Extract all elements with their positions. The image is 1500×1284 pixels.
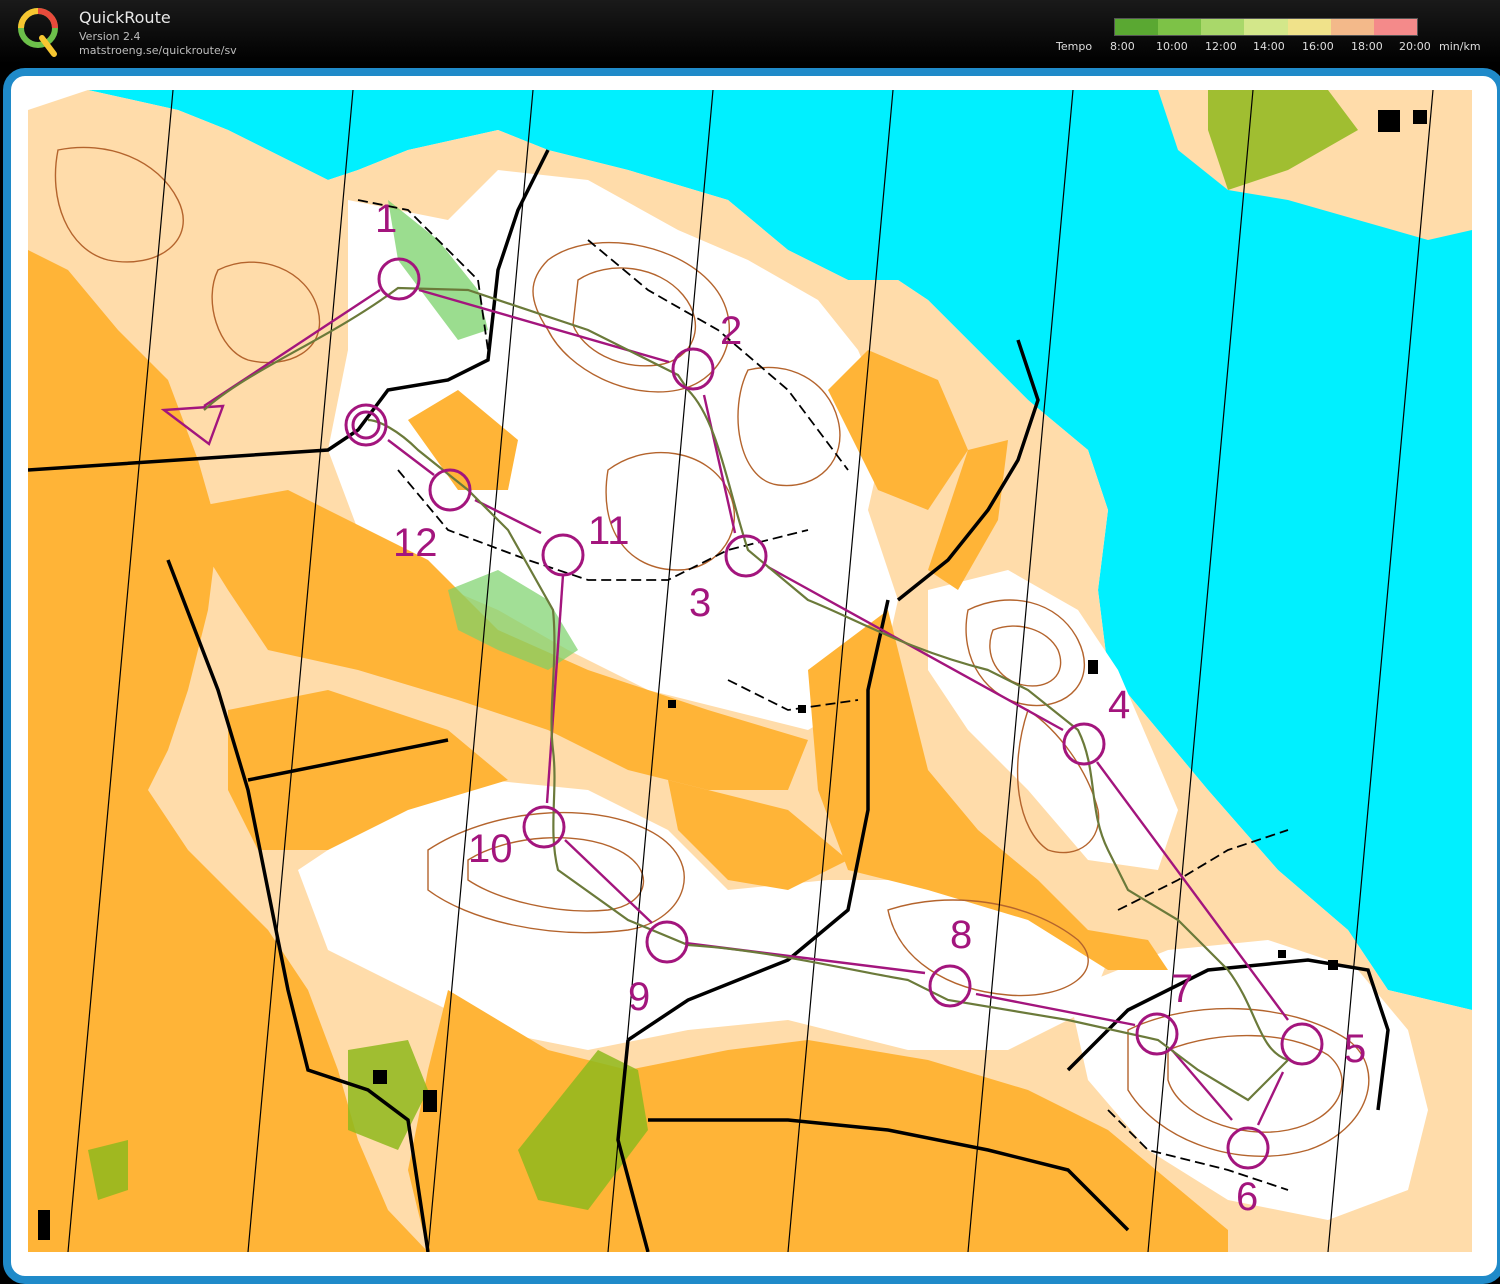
control-number: 6 xyxy=(1236,1175,1258,1219)
tempo-color-segment xyxy=(1244,19,1288,35)
app-version: Version 2.4 xyxy=(79,30,141,43)
control-number: 10 xyxy=(468,827,513,871)
tempo-label: Tempo xyxy=(1056,40,1093,53)
tempo-tick: 20:00 xyxy=(1399,40,1431,53)
app-header: QuickRoute Version 2.4 matstroeng.se/qui… xyxy=(0,0,1500,64)
control-number: 7 xyxy=(1171,967,1193,1011)
quickroute-logo-icon xyxy=(18,8,58,57)
control-number: 1 xyxy=(375,197,397,241)
control-number: 8 xyxy=(950,913,972,957)
control-number: 12 xyxy=(393,521,438,565)
orienteering-map[interactable]: 1 2 3 4 5 6 7 8 9 10 11 12 xyxy=(28,90,1472,1252)
control-number: 5 xyxy=(1344,1027,1366,1071)
tempo-tick: 16:00 xyxy=(1302,40,1334,53)
app-url: matstroeng.se/quickroute/sv xyxy=(79,44,237,57)
tempo-color-segment xyxy=(1287,19,1331,35)
tempo-unit: min/km xyxy=(1439,40,1481,53)
tempo-color-segment xyxy=(1201,19,1245,35)
control-number: 2 xyxy=(720,309,742,353)
tempo-legend: Tempo 8:00 10:00 12:00 14:00 16:00 18:00… xyxy=(1050,14,1500,64)
tempo-color-segment xyxy=(1330,19,1374,35)
tempo-tick: 18:00 xyxy=(1351,40,1383,53)
tempo-tick: 8:00 xyxy=(1110,40,1135,53)
tempo-tick: 12:00 xyxy=(1205,40,1237,53)
control-number: 3 xyxy=(689,581,711,625)
app-title: QuickRoute xyxy=(79,8,171,27)
tempo-tick: 10:00 xyxy=(1156,40,1188,53)
tempo-tick: 14:00 xyxy=(1253,40,1285,53)
control-number: 9 xyxy=(628,975,650,1019)
tempo-color-segment xyxy=(1373,19,1417,35)
control-number: 4 xyxy=(1108,683,1130,727)
tempo-color-segment xyxy=(1115,19,1159,35)
tempo-color-bar xyxy=(1114,18,1418,36)
control-number: 11 xyxy=(588,509,630,553)
tempo-color-segment xyxy=(1158,19,1202,35)
